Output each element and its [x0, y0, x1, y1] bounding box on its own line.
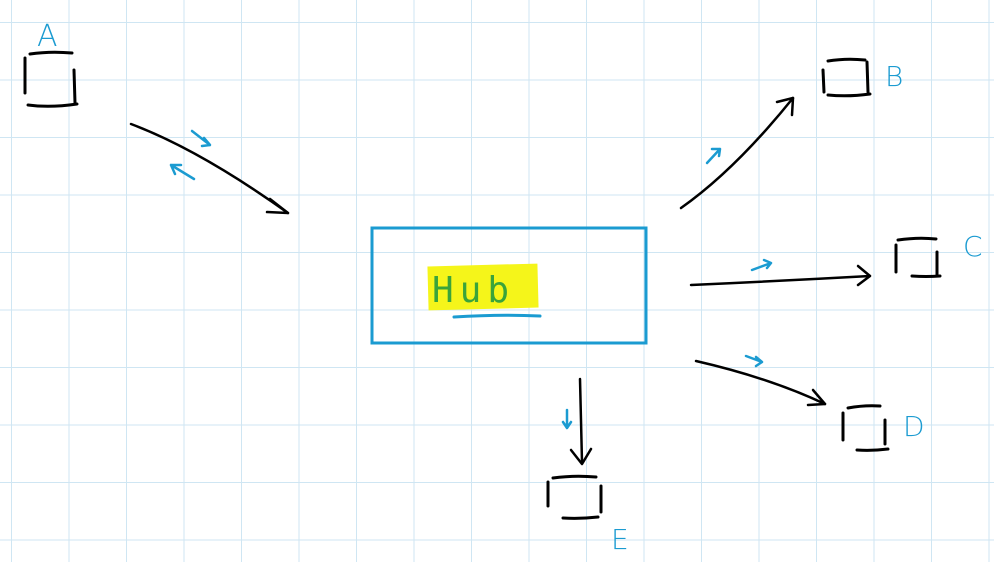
node-d-label: D: [903, 410, 925, 443]
edge-a-to-hub-line: [129, 122, 290, 215]
node-c-label: C: [963, 230, 983, 263]
node-c-box: [894, 236, 942, 278]
hub-node[interactable]: Hub: [370, 226, 648, 345]
edge-hub-to-b: [679, 96, 795, 210]
edge-a-to-hub-back-marker: [169, 163, 196, 181]
node-a-box: [23, 50, 79, 108]
hub-underline: [452, 313, 542, 319]
edge-hub-to-d-line: [694, 359, 827, 406]
node-e-label: E: [611, 523, 629, 556]
edge-hub-to-b-line: [679, 96, 795, 210]
node-d-box: [841, 404, 890, 452]
node-c[interactable]: C: [894, 230, 983, 278]
node-b-label: B: [885, 60, 903, 93]
edge-hub-to-e: [561, 377, 593, 466]
edge-a-to-hub: [129, 122, 290, 215]
node-e[interactable]: E: [546, 474, 629, 556]
edge-hub-to-e-line: [578, 377, 584, 464]
edge-hub-to-c: [689, 258, 872, 287]
grid-canvas: Hub A B C D E: [0, 0, 994, 562]
node-d[interactable]: D: [841, 404, 925, 452]
edge-hub-to-e-marker: [561, 408, 573, 430]
hub-diagram: Hub A B C D E: [23, 19, 983, 556]
node-b[interactable]: B: [821, 57, 903, 98]
node-a[interactable]: A: [23, 19, 79, 108]
edge-hub-to-c-line: [689, 274, 872, 287]
node-a-label: A: [37, 19, 58, 54]
node-b-box: [821, 57, 872, 98]
edge-hub-to-d: [694, 354, 827, 407]
node-e-box: [546, 474, 603, 520]
edge-hub-to-b-marker: [705, 147, 722, 165]
hub-label: Hub: [432, 270, 515, 311]
edge-hub-to-c-marker: [750, 258, 773, 272]
edge-hub-to-d-marker: [744, 354, 764, 368]
edge-a-to-hub-forward-marker: [190, 129, 212, 148]
